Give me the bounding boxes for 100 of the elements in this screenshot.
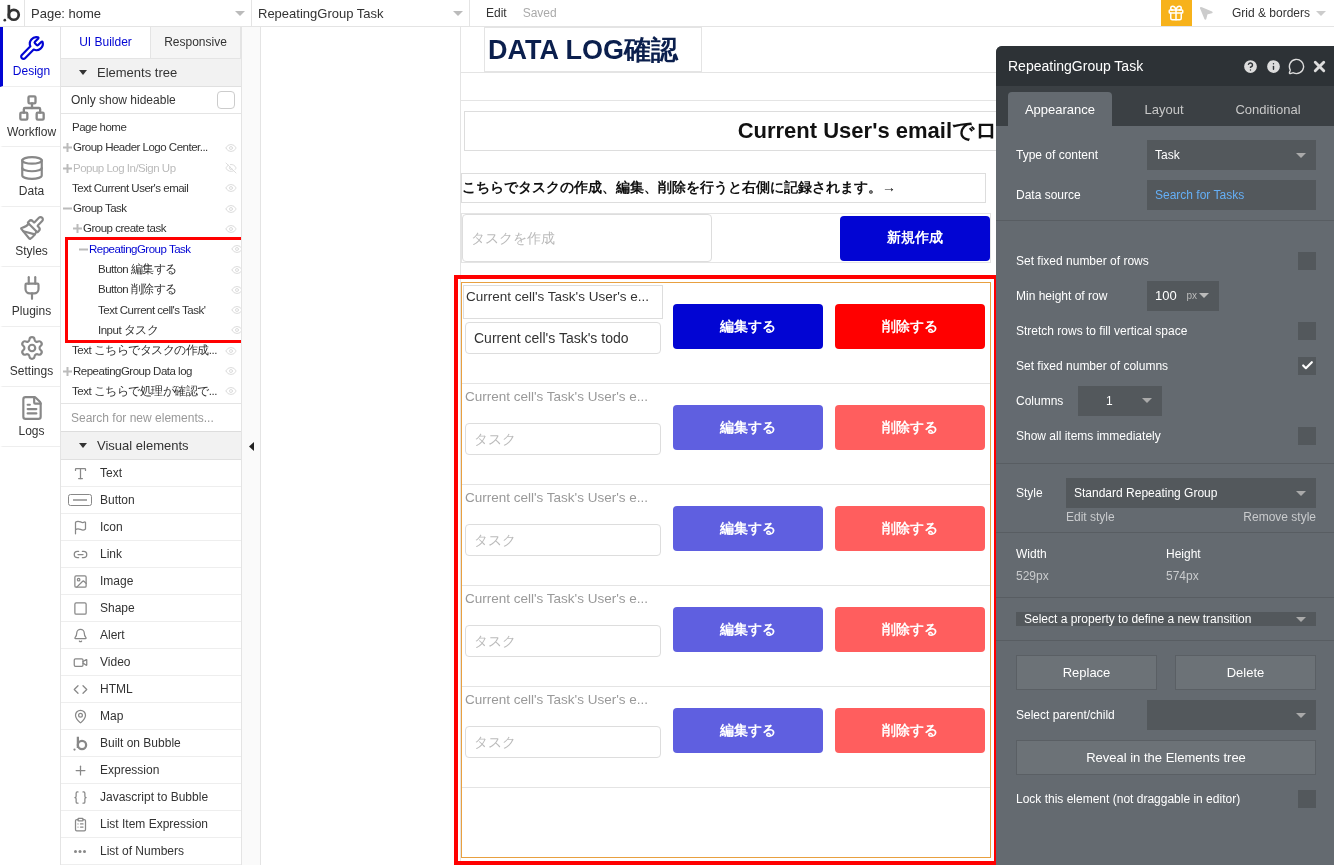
grid-menu[interactable]: Grid & borders (1219, 0, 1334, 26)
collapse-arrow-icon[interactable] (248, 441, 254, 451)
eye-icon[interactable] (225, 222, 237, 235)
element-item[interactable]: Video (61, 649, 241, 676)
eye-icon[interactable] (225, 141, 237, 154)
element-item[interactable]: Built on Bubble (61, 730, 241, 757)
section-heading[interactable]: Elements tree (61, 58, 241, 87)
tree-item[interactable]: Button 編集する (98, 262, 231, 277)
nav-item[interactable]: Workflow (0, 87, 60, 147)
element-item[interactable]: Expression (61, 757, 241, 784)
panel-tab[interactable]: Responsive (151, 27, 241, 58)
clipboard-icon (72, 816, 88, 832)
number-field[interactable]: 100 px (1147, 280, 1219, 311)
tree-item[interactable]: RepeatingGroup Data log (73, 363, 225, 379)
element-item[interactable]: List of Numbers (61, 838, 241, 865)
type-select[interactable]: Task (1147, 140, 1316, 170)
create-button[interactable]: 新規作成 (840, 215, 990, 261)
todo-field[interactable]: タスク (465, 726, 661, 758)
tree-item[interactable]: Text こちらで処理が確認で... (72, 383, 225, 399)
transition-select[interactable]: Select a property to define a new transition (1016, 612, 1316, 626)
element-item[interactable]: Image (61, 568, 241, 595)
element-item[interactable]: Javascript to Bubble (61, 784, 241, 811)
checkbox[interactable] (1298, 356, 1316, 375)
help-icon[interactable] (1242, 57, 1259, 75)
tree-item[interactable]: Group create task (83, 221, 225, 237)
todo-field[interactable]: タスク (465, 625, 661, 657)
property-tab[interactable]: Conditional (1216, 92, 1320, 126)
edit-button[interactable]: 編集する (673, 405, 823, 450)
eye-icon[interactable] (225, 182, 237, 195)
reveal-button[interactable]: Reveal in the Elements tree (1016, 740, 1316, 775)
eye-icon[interactable] (225, 385, 237, 398)
gift-button[interactable] (1160, 0, 1192, 26)
tree-item[interactable]: Page home (72, 119, 237, 135)
element-select[interactable]: RepeatingGroup Task (252, 0, 470, 26)
eye-icon[interactable] (231, 324, 241, 337)
height-value: 574px (1166, 569, 1200, 583)
eye-icon[interactable] (225, 202, 237, 215)
tree-item[interactable]: Group Header Logo Center... (73, 140, 225, 156)
eye-icon[interactable] (225, 344, 237, 357)
section-heading[interactable]: Visual elements (61, 432, 241, 460)
edit-button[interactable]: 編集する (673, 607, 823, 652)
hidden-eye-icon[interactable] (225, 162, 237, 175)
eye-icon[interactable] (231, 263, 241, 276)
element-item[interactable]: List Item Expression (61, 811, 241, 838)
element-item[interactable]: Shape (61, 595, 241, 622)
eye-icon[interactable] (231, 243, 241, 256)
element-item[interactable]: Map (61, 703, 241, 730)
edit-menu[interactable]: Edit (478, 0, 515, 26)
todo-field[interactable]: タスク (465, 524, 661, 556)
user-email-text: Current cell's Task's User's e... (464, 489, 650, 507)
tree-item[interactable]: Button 削除する (98, 282, 231, 298)
delete-button[interactable]: 削除する (835, 304, 985, 349)
tree-item[interactable]: Input タスク (98, 322, 231, 338)
delete-button[interactable]: Delete (1175, 655, 1316, 690)
edit-button[interactable]: 編集する (673, 708, 823, 753)
eye-icon[interactable] (225, 365, 237, 377)
element-item[interactable]: Icon (61, 514, 241, 541)
edit-button[interactable]: 編集する (673, 506, 823, 551)
checkbox[interactable] (217, 90, 235, 109)
parent-child-select[interactable] (1147, 700, 1316, 730)
comment-icon[interactable] (1288, 57, 1305, 75)
nav-item[interactable]: Settings (0, 327, 60, 387)
todo-field[interactable]: タスク (465, 423, 661, 455)
eye-icon[interactable] (231, 304, 241, 317)
todo-field[interactable]: Current cell's Task's todo (465, 322, 661, 354)
element-item[interactable]: Text (61, 460, 241, 487)
element-item[interactable]: Alert (61, 622, 241, 649)
task-input[interactable]: タスクを作成 (462, 214, 712, 262)
nav-item[interactable]: Styles (0, 207, 60, 267)
expand-icon[interactable] (63, 163, 72, 173)
button-icon (68, 494, 92, 506)
expand-icon[interactable] (73, 224, 82, 234)
eye-icon[interactable] (231, 283, 241, 296)
element-item[interactable]: Button (61, 487, 241, 514)
element-item[interactable]: Link (61, 541, 241, 568)
property-tab[interactable]: Layout (1112, 92, 1216, 126)
tree-item[interactable]: Group Task (73, 201, 225, 217)
nav-item[interactable]: Plugins (0, 267, 60, 327)
element-item[interactable]: HTML (61, 676, 241, 703)
tree-item[interactable]: Text こちらでタスクの作成... (72, 343, 225, 359)
tree-item[interactable]: RepeatingGroup Task (89, 241, 231, 257)
style-select[interactable]: Standard Repeating Group (1066, 478, 1316, 508)
bell-icon (72, 627, 88, 643)
user-email-text: Current cell's Task's User's e... (464, 590, 650, 608)
user-email-text: Current cell's Task's User's e... (463, 285, 663, 319)
info-icon[interactable] (1265, 57, 1282, 75)
tree-item[interactable]: Text Current cell's Task' (98, 302, 231, 318)
tree-item[interactable]: Text Current User's email (72, 180, 225, 196)
edit-button[interactable]: 編集する (673, 304, 823, 349)
nav-item[interactable]: Data (0, 147, 60, 207)
expand-icon[interactable] (63, 143, 72, 153)
setting-label: Stretch rows to fill vertical space (1016, 322, 1188, 339)
property-tab[interactable]: Appearance (1008, 92, 1112, 126)
columns-select[interactable]: 1 (1078, 385, 1162, 416)
pointer-icon[interactable] (1197, 5, 1214, 21)
gift-icon (1167, 4, 1186, 22)
page-select[interactable]: Page: home (25, 0, 252, 26)
expand-icon[interactable] (63, 366, 72, 376)
nav-item[interactable]: Logs (0, 387, 60, 447)
replace-button[interactable]: Replace (1016, 655, 1157, 690)
